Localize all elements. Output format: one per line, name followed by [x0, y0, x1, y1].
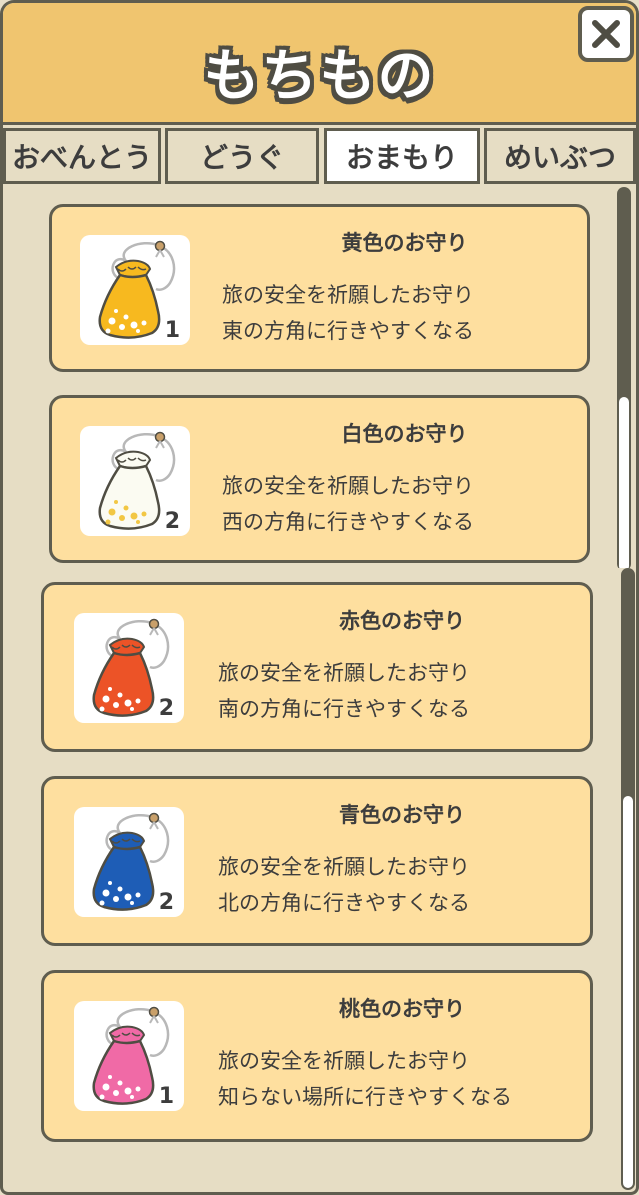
item-card[interactable]: 1 黄色のお守り 旅の安全を祈願したお守り 東の方角に行きやすくなる: [49, 204, 590, 372]
item-description: 旅の安全を祈願したお守り 南の方角に行きやすくなる: [218, 655, 470, 727]
item-image: 1: [80, 235, 190, 345]
item-description: 旅の安全を祈願したお守り 知らない場所に行きやすくなる: [218, 1043, 512, 1115]
close-icon: [592, 20, 620, 48]
description-line: 旅の安全を祈願したお守り: [222, 474, 474, 498]
item-card[interactable]: 2 赤色のお守り 旅の安全を祈願したお守り 南の方角に行きやすくなる: [41, 582, 593, 752]
item-image: 2: [80, 426, 190, 536]
tab-bar: おべんとう どうぐ おまもり めいぶつ: [3, 126, 636, 186]
scrollbar[interactable]: [617, 187, 631, 568]
description-line: 北の方角に行きやすくなる: [218, 891, 470, 915]
item-count: 2: [158, 696, 174, 721]
tab-souvenirs[interactable]: めいぶつ: [484, 128, 636, 184]
close-button[interactable]: [578, 6, 634, 62]
description-line: 旅の安全を祈願したお守り: [218, 661, 470, 685]
tab-label: どうぐ: [199, 141, 284, 174]
item-image: 2: [74, 613, 184, 723]
item-name: 黄色のお守り: [341, 231, 468, 255]
description-line: 旅の安全を祈願したお守り: [218, 1049, 470, 1073]
item-name: 桃色のお守り: [339, 997, 465, 1021]
tab-bento[interactable]: おべんとう: [3, 128, 161, 184]
item-card[interactable]: 1 桃色のお守り 旅の安全を祈願したお守り 知らない場所に行きやすくなる: [41, 970, 593, 1142]
scrollbar-thumb[interactable]: [619, 397, 629, 568]
description-line: 西の方角に行きやすくなる: [222, 510, 474, 534]
item-card[interactable]: 2 青色のお守り 旅の安全を祈願したお守り 北の方角に行きやすくなる: [41, 776, 593, 946]
item-image: 2: [74, 807, 184, 917]
item-image: 1: [74, 1001, 184, 1111]
tab-label: めいぶつ: [503, 141, 616, 174]
page-title: もちもの: [203, 44, 436, 109]
scrollbar[interactable]: [621, 568, 635, 1190]
item-name: 白色のお守り: [341, 422, 468, 446]
item-name: 赤色のお守り: [339, 609, 465, 633]
description-line: 東の方角に行きやすくなる: [222, 319, 474, 343]
description-line: 旅の安全を祈願したお守り: [218, 855, 470, 879]
tab-charms[interactable]: おまもり: [324, 128, 480, 184]
item-count: 1: [164, 318, 180, 343]
scrollbar-thumb[interactable]: [623, 796, 633, 1188]
item-name: 青色のお守り: [339, 803, 465, 827]
inventory-panel-bottom: 2 赤色のお守り 旅の安全を祈願したお守り 南の方角に行きやすくなる 2 青色の…: [0, 568, 639, 1195]
item-count: 2: [158, 890, 174, 915]
tab-label: おまもり: [345, 141, 458, 174]
description-line: 知らない場所に行きやすくなる: [218, 1085, 512, 1109]
item-count: 2: [164, 509, 180, 534]
header: もちもの: [3, 3, 636, 125]
tab-label: おべんとう: [11, 141, 152, 174]
tab-tools[interactable]: どうぐ: [165, 128, 319, 184]
item-description: 旅の安全を祈願したお守り 北の方角に行きやすくなる: [218, 849, 470, 921]
item-count: 1: [158, 1084, 174, 1109]
description-line: 南の方角に行きやすくなる: [218, 697, 470, 721]
item-description: 旅の安全を祈願したお守り 西の方角に行きやすくなる: [222, 468, 474, 540]
inventory-panel-top: もちもの おべんとう どうぐ おまもり めいぶつ 1 黄色のお守り 旅の安全を祈…: [0, 0, 639, 568]
item-card[interactable]: 2 白色のお守り 旅の安全を祈願したお守り 西の方角に行きやすくなる: [49, 395, 590, 563]
item-description: 旅の安全を祈願したお守り 東の方角に行きやすくなる: [222, 277, 474, 349]
description-line: 旅の安全を祈願したお守り: [222, 283, 474, 307]
